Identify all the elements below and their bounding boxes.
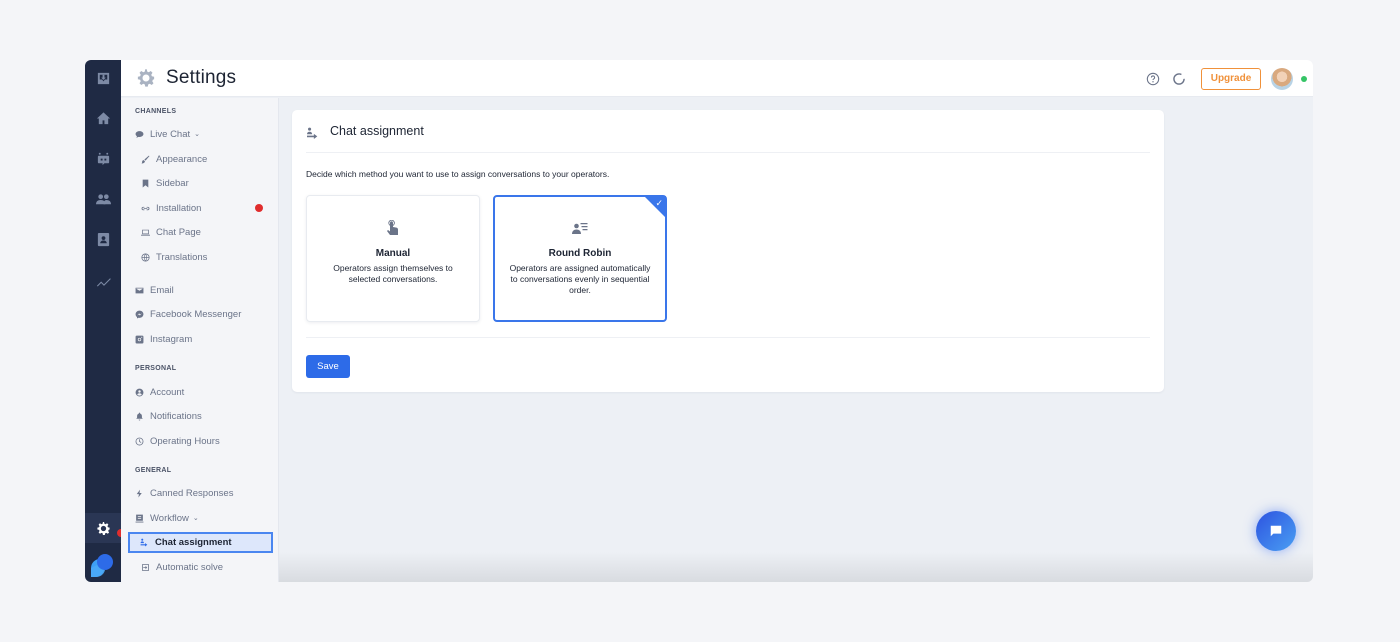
sidebar-item-label: Appearance bbox=[156, 153, 208, 165]
online-status-dot bbox=[1301, 75, 1307, 82]
chat-assignment-card: Chat assignment Decide which method you … bbox=[292, 110, 1164, 392]
sidebar-item-label: Chat Page bbox=[156, 226, 201, 238]
sidebar-item-label: Instagram bbox=[150, 333, 193, 345]
sidebar-item-workflow[interactable]: Workflow ⌄ bbox=[135, 509, 199, 527]
option-description: Operators are assigned automatically to … bbox=[509, 263, 651, 295]
option-name: Manual bbox=[375, 248, 411, 259]
app-window: Settings Upgrade CHANNELS Live Chat ⌄ Ap… bbox=[85, 60, 1313, 582]
sidebar-item-automatic-solve[interactable]: Automatic solve bbox=[141, 558, 223, 576]
messenger-icon bbox=[135, 310, 144, 318]
sidebar-item-translations[interactable]: Translations bbox=[141, 248, 207, 266]
laptop-icon bbox=[141, 229, 150, 236]
sidebar-item-chat-assignment[interactable]: Chat assignment bbox=[128, 532, 273, 553]
instagram-icon bbox=[135, 335, 144, 343]
option-name: Round Robin bbox=[548, 248, 612, 259]
link-icon bbox=[141, 206, 150, 210]
sidebar-item-chat-page[interactable]: Chat Page bbox=[141, 223, 201, 241]
sidebar-item-label: Workflow bbox=[150, 512, 189, 524]
bot-icon[interactable] bbox=[85, 147, 121, 171]
sidebar-item-label: Email bbox=[150, 284, 174, 296]
email-icon bbox=[135, 287, 144, 293]
sidebar-item-appearance[interactable]: Appearance bbox=[141, 150, 207, 168]
sidebar-item-notifications[interactable]: Notifications bbox=[135, 407, 202, 425]
inbox-icon[interactable] bbox=[85, 66, 121, 90]
sidebar-item-label: Sidebar bbox=[156, 177, 189, 189]
sidebar-item-canned-responses[interactable]: Canned Responses bbox=[135, 484, 233, 502]
sidebar-item-operating-hours[interactable]: Operating Hours bbox=[135, 432, 220, 450]
option-round-robin[interactable]: Round Robin Operators are assigned autom… bbox=[493, 195, 667, 322]
icon-rail bbox=[85, 60, 125, 582]
bell-icon bbox=[136, 412, 143, 420]
sidebar-item-label: Notifications bbox=[150, 410, 202, 422]
chat-assignment-icon bbox=[307, 127, 318, 139]
upgrade-button[interactable]: Upgrade bbox=[1201, 67, 1261, 90]
checkmark-icon: ✓ bbox=[655, 198, 663, 208]
chat-widget-button[interactable] bbox=[1256, 511, 1296, 551]
brush-icon bbox=[141, 155, 150, 163]
account-icon bbox=[135, 388, 144, 396]
sidebar-item-instagram[interactable]: Instagram bbox=[135, 330, 192, 348]
sidebar-item-label: Translations bbox=[156, 251, 208, 263]
card-header: Chat assignment bbox=[306, 124, 1150, 153]
sidebar-item-label: Canned Responses bbox=[150, 487, 234, 499]
sidebar-item-sidebar[interactable]: Sidebar bbox=[141, 174, 189, 192]
hand-pointer-icon bbox=[387, 219, 398, 235]
globe-icon bbox=[141, 252, 150, 262]
sidebar-item-label: Chat assignment bbox=[155, 537, 232, 548]
sidebar-item-live-chat[interactable]: Live Chat ⌄ bbox=[135, 125, 200, 143]
sidebar-item-facebook-messenger[interactable]: Facebook Messenger bbox=[135, 305, 241, 323]
scroll-fade bbox=[279, 552, 1313, 582]
help-circle-icon[interactable] bbox=[1146, 72, 1160, 86]
clock-icon bbox=[135, 437, 144, 445]
workflow-icon bbox=[135, 514, 144, 522]
chat-assignment-icon bbox=[140, 538, 148, 547]
sign-in-icon bbox=[142, 563, 149, 571]
chevron-down-icon: ⌄ bbox=[192, 515, 199, 522]
user-avatar[interactable] bbox=[1271, 67, 1293, 90]
settings-gear-icon bbox=[137, 69, 155, 87]
user-list-icon bbox=[572, 223, 588, 234]
sidebar-item-label: Account bbox=[150, 386, 185, 398]
option-manual[interactable]: Manual Operators assign themselves to se… bbox=[306, 195, 480, 322]
option-description: Operators assign themselves to selected … bbox=[333, 263, 453, 284]
sidebar-item-label: Live Chat bbox=[150, 128, 191, 140]
analytics-icon[interactable] bbox=[85, 269, 121, 293]
top-header: Settings Upgrade bbox=[121, 60, 1313, 97]
app-logo[interactable] bbox=[89, 552, 115, 578]
sidebar-item-account[interactable]: Account bbox=[135, 383, 184, 401]
divider bbox=[306, 337, 1150, 338]
bookmark-icon bbox=[142, 179, 149, 187]
sidebar-item-label: Facebook Messenger bbox=[150, 308, 242, 320]
sidebar-item-email[interactable]: Email bbox=[135, 281, 174, 299]
section-personal: PERSONAL bbox=[135, 365, 177, 372]
page-title: Settings bbox=[166, 67, 237, 88]
chat-icon bbox=[1270, 525, 1282, 537]
sidebar-item-label: Operating Hours bbox=[150, 435, 220, 447]
settings-icon[interactable] bbox=[85, 513, 121, 543]
card-description: Decide which method you want to use to a… bbox=[306, 169, 610, 179]
contacts-icon[interactable] bbox=[85, 227, 121, 251]
loading-circle-icon[interactable] bbox=[1172, 72, 1186, 86]
card-title: Chat assignment bbox=[330, 124, 424, 138]
chevron-down-icon: ⌄ bbox=[194, 131, 201, 138]
lightning-icon bbox=[136, 489, 142, 497]
section-channels: CHANNELS bbox=[135, 108, 177, 115]
save-button[interactable]: Save bbox=[306, 355, 350, 378]
sidebar-item-installation[interactable]: Installation bbox=[141, 199, 201, 217]
installation-alert-dot bbox=[255, 204, 263, 212]
settings-sidebar: CHANNELS Live Chat ⌄ Appearance Sidebar … bbox=[121, 98, 279, 582]
home-icon[interactable] bbox=[85, 106, 121, 130]
sidebar-item-label: Automatic solve bbox=[156, 561, 224, 573]
users-icon[interactable] bbox=[85, 187, 121, 211]
chat-bubble-icon bbox=[135, 130, 144, 138]
sidebar-item-label: Installation bbox=[156, 202, 202, 214]
section-general: GENERAL bbox=[135, 467, 172, 474]
